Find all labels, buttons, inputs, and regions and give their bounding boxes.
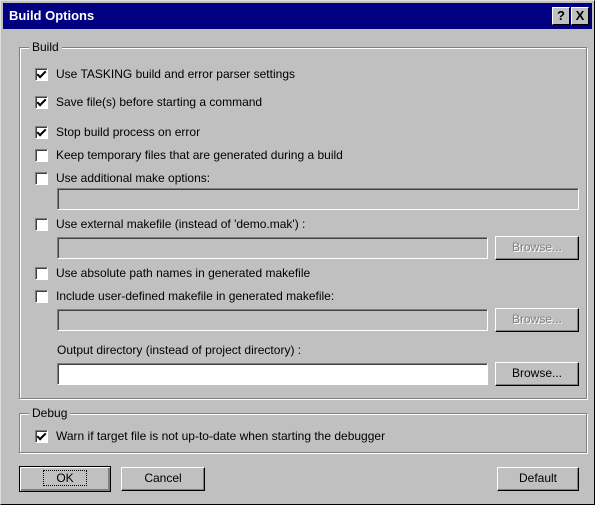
absolute-paths-label: Use absolute path names in generated mak…: [56, 266, 311, 280]
dialog-title: Build Options: [9, 8, 95, 23]
stop-on-error-label: Stop build process on error: [56, 125, 201, 139]
stop-on-error-checkbox[interactable]: [35, 125, 48, 139]
build-options-dialog: Build Options ? X Build Use TASKING buil…: [0, 0, 595, 505]
output-directory-label: Output directory (instead of project dir…: [57, 343, 302, 357]
external-makefile-field[interactable]: [57, 237, 488, 259]
cancel-button[interactable]: Cancel: [121, 467, 205, 491]
additional-make-checkbox[interactable]: [35, 171, 48, 185]
help-button[interactable]: ?: [552, 7, 570, 25]
use-tasking-label: Use TASKING build and error parser setti…: [56, 67, 295, 81]
external-makefile-browse-button[interactable]: Browse...: [495, 236, 579, 260]
warn-target-option[interactable]: Warn if target file is not up-to-date wh…: [35, 428, 385, 444]
keep-temp-option[interactable]: Keep temporary files that are generated …: [35, 147, 343, 163]
warn-target-checkbox[interactable]: [35, 429, 48, 443]
include-user-makefile-label: Include user-defined makefile in generat…: [56, 289, 335, 303]
include-user-makefile-field[interactable]: [57, 309, 488, 331]
warn-target-label: Warn if target file is not up-to-date wh…: [56, 429, 386, 443]
additional-make-option[interactable]: Use additional make options:: [35, 170, 210, 186]
external-makefile-checkbox[interactable]: [35, 217, 48, 231]
include-user-makefile-browse-button[interactable]: Browse...: [495, 308, 579, 332]
absolute-paths-option[interactable]: Use absolute path names in generated mak…: [35, 265, 310, 281]
include-user-makefile-checkbox[interactable]: [35, 289, 48, 303]
stop-on-error-option[interactable]: Stop build process on error: [35, 124, 200, 140]
external-makefile-label: Use external makefile (instead of 'demo.…: [56, 217, 306, 231]
additional-make-field[interactable]: [57, 188, 579, 210]
default-button[interactable]: Default: [497, 467, 579, 491]
additional-make-label: Use additional make options:: [56, 171, 211, 185]
ok-button-label: OK: [43, 470, 87, 486]
output-directory-browse-button[interactable]: Browse...: [495, 362, 579, 386]
output-directory-field[interactable]: [57, 363, 488, 385]
title-bar[interactable]: Build Options ? X: [3, 3, 592, 29]
external-makefile-option[interactable]: Use external makefile (instead of 'demo.…: [35, 216, 305, 232]
save-files-option[interactable]: Save file(s) before starting a command: [35, 94, 262, 110]
ok-button[interactable]: OK: [19, 466, 111, 492]
debug-group-legend: Debug: [29, 406, 71, 420]
keep-temp-checkbox[interactable]: [35, 148, 48, 162]
include-user-makefile-option[interactable]: Include user-defined makefile in generat…: [35, 288, 334, 304]
use-tasking-checkbox[interactable]: [35, 67, 48, 81]
save-files-checkbox[interactable]: [35, 95, 48, 109]
close-button[interactable]: X: [571, 7, 589, 25]
absolute-paths-checkbox[interactable]: [35, 266, 48, 280]
use-tasking-option[interactable]: Use TASKING build and error parser setti…: [35, 66, 295, 82]
save-files-label: Save file(s) before starting a command: [56, 95, 263, 109]
build-group-legend: Build: [29, 40, 62, 54]
keep-temp-label: Keep temporary files that are generated …: [56, 148, 343, 162]
